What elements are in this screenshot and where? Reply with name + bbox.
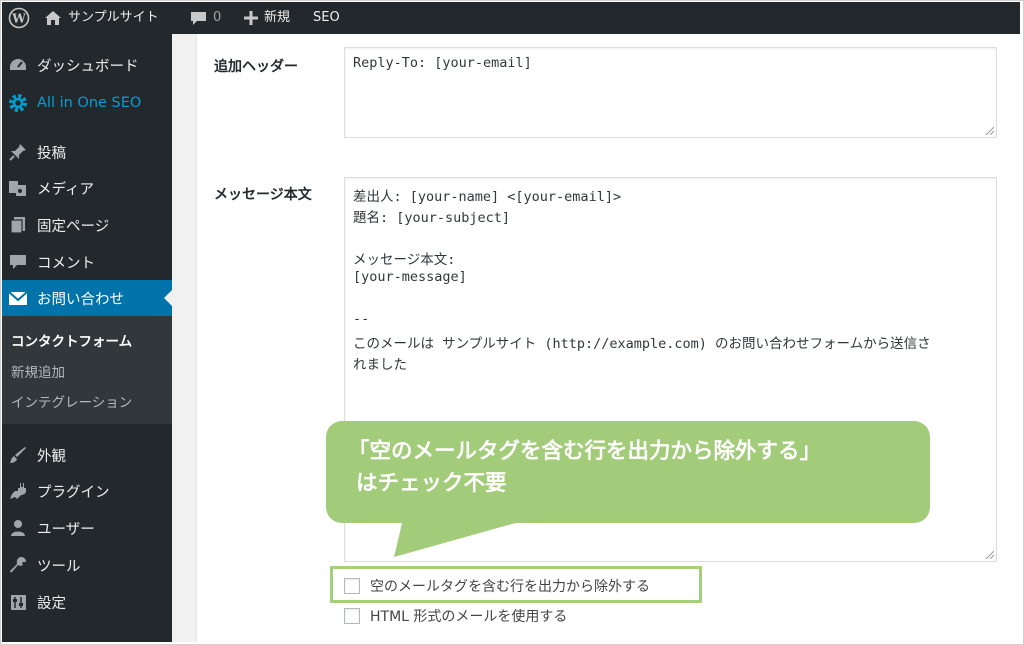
sidebar-item-label: ユーザー — [37, 521, 95, 538]
message-line: 差出人: [your-name] <[your-email]> — [353, 189, 622, 205]
sidebar-item-tools[interactable]: ツール — [2, 547, 172, 583]
highlight-box — [330, 566, 702, 603]
message-line: れました — [353, 357, 407, 373]
settings-icon — [8, 592, 28, 612]
comment-count: 0 — [213, 10, 222, 25]
sidebar-item-label: プラグイン — [37, 484, 110, 501]
sidebar-item-label: コメント — [37, 255, 95, 272]
sidebar-item-label: ダッシュボード — [37, 58, 139, 75]
message-line: -- — [353, 311, 370, 327]
sidebar-item-comments[interactable]: コメント — [2, 244, 172, 280]
sidebar-item-appearance[interactable]: 外観 — [2, 437, 172, 473]
comment-icon — [191, 11, 206, 25]
contact-submenu: コンタクトフォーム 新規追加 インテグレーション — [2, 316, 172, 424]
sidebar-item-label: ツール — [37, 558, 81, 575]
page-icon — [8, 215, 28, 235]
use-html-label: HTML 形式のメールを使用する — [370, 609, 568, 625]
pin-icon — [8, 142, 28, 162]
sidebar-item-users[interactable]: ユーザー — [2, 510, 172, 546]
additional-headers-textarea[interactable]: Reply-To: [your-email] — [344, 47, 997, 138]
new-label: 新規 — [264, 10, 291, 25]
sidebar-item-label: 固定ページ — [37, 218, 110, 235]
plus-icon — [244, 11, 258, 25]
sidebar-item-pages[interactable]: 固定ページ — [2, 207, 172, 243]
use-html-checkbox[interactable] — [344, 608, 360, 624]
message-line: [your-message] — [353, 269, 467, 285]
new-content-link[interactable]: 新規 — [244, 2, 290, 34]
gear-icon — [8, 93, 28, 113]
submenu-add-new[interactable]: 新規追加 — [11, 361, 65, 381]
seo-label: SEO — [313, 10, 340, 25]
site-name-link[interactable]: サンプルサイト — [44, 2, 159, 34]
resize-grip-icon[interactable] — [984, 549, 994, 559]
submenu-contact-forms[interactable]: コンタクトフォーム — [11, 330, 132, 350]
dashboard-icon — [8, 55, 28, 75]
brush-icon — [8, 445, 28, 465]
sidebar-item-dashboard[interactable]: ダッシュボード — [2, 47, 172, 83]
seo-menu-link[interactable]: SEO — [313, 2, 340, 34]
sidebar-item-contact[interactable]: お問い合わせ — [2, 280, 172, 316]
resize-grip-icon[interactable] — [984, 125, 994, 135]
comments-link[interactable]: 0 — [190, 2, 221, 34]
plugin-icon — [8, 481, 28, 501]
additional-headers-value: Reply-To: [your-email] — [353, 55, 532, 71]
home-icon — [45, 11, 61, 25]
svg-text:W: W — [11, 12, 26, 26]
message-line: 題名: [your-subject] — [353, 210, 511, 226]
wrench-icon — [8, 555, 28, 575]
sidebar-item-label: All in One SEO — [37, 95, 142, 111]
message-line — [353, 290, 988, 311]
submenu-integration[interactable]: インテグレーション — [11, 391, 132, 411]
message-line: このメールは サンプルサイト (http://example.com) のお問い… — [353, 336, 931, 352]
wordpress-logo-icon[interactable]: W — [8, 2, 30, 34]
use-html-option[interactable]: HTML 形式のメールを使用する — [344, 606, 567, 626]
sidebar-item-label: お問い合わせ — [37, 291, 124, 308]
sidebar-item-all-in-one-seo[interactable]: All in One SEO — [2, 85, 172, 121]
sidebar-item-plugins[interactable]: プラグイン — [2, 473, 172, 509]
sidebar-item-settings[interactable]: 設定 — [2, 584, 172, 620]
sidebar-item-media[interactable]: メディア — [2, 170, 172, 206]
callout-text: 「空のメールタグを含む行を出力から除外する」 はチェック不要 — [348, 436, 821, 500]
admin-bar: W サンプルサイト 0 新規 SEO — [2, 2, 1020, 34]
sidebar-item-label: 投稿 — [37, 145, 66, 162]
message-body-label: メッセージ本文 — [214, 187, 312, 203]
sidebar-item-label: 設定 — [37, 595, 66, 612]
message-line — [353, 227, 988, 248]
callout-line-1: 「空のメールタグを含む行を出力から除外する」 — [348, 439, 822, 464]
message-line: メッセージ本文: — [353, 252, 456, 268]
sidebar-item-posts[interactable]: 投稿 — [2, 134, 172, 170]
admin-sidebar: ダッシュボード All in One SEO 投稿 メディア 固定ページ コメン… — [2, 34, 172, 642]
site-name: サンプルサイト — [68, 10, 159, 25]
media-icon — [8, 178, 28, 198]
user-icon — [8, 518, 28, 538]
sidebar-item-label: 外観 — [37, 448, 66, 465]
sidebar-item-label: メディア — [37, 181, 94, 198]
additional-headers-label: 追加ヘッダー — [214, 59, 298, 75]
mail-icon — [8, 288, 28, 308]
callout-line-2: はチェック不要 — [356, 471, 507, 496]
active-menu-arrow — [164, 290, 172, 306]
comment-icon — [8, 252, 28, 272]
